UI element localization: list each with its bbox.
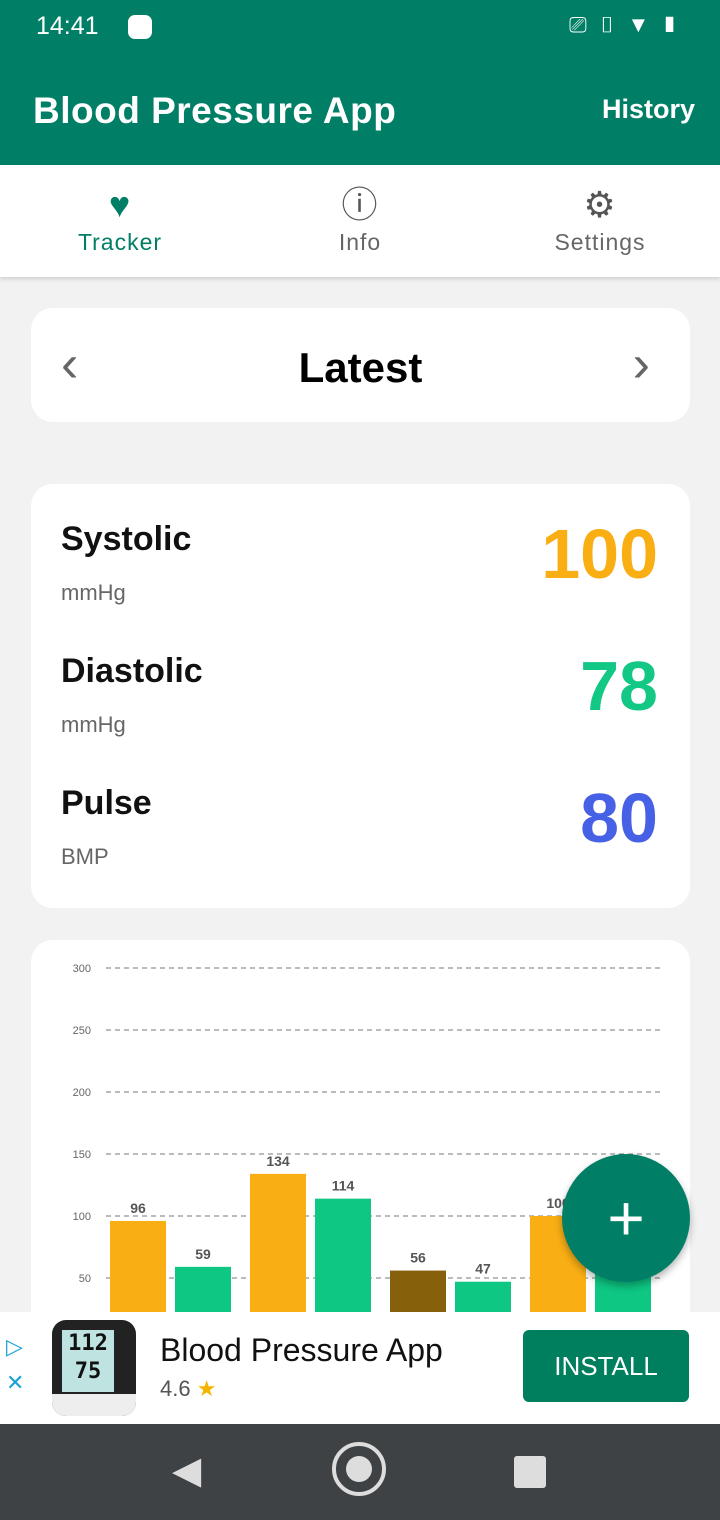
ad-choices-icon[interactable]: ▷ [6,1334,23,1360]
install-button[interactable]: INSTALL [523,1330,689,1402]
tab-label: Settings [554,229,646,255]
close-ad-icon[interactable]: ✕ [6,1370,24,1396]
vibrate-icon: ▯ [598,12,628,37]
home-icon[interactable] [332,1442,386,1496]
data-label: 96 [130,1200,146,1216]
recents-icon[interactable] [514,1456,546,1488]
broken-heart-icon: ♥ [108,184,132,225]
ad-app-name: Blood Pressure App [160,1332,443,1368]
back-icon[interactable]: ◀ [172,1448,201,1493]
reading-unit: mmHg [61,712,126,737]
data-label: 114 [332,1178,355,1194]
tab-bar: ♥ Tracker ⓘ Info ⚙ Settings [0,165,720,277]
reading-label: Diastolic [61,652,203,690]
tab-label: Tracker [77,229,163,255]
tab-info[interactable]: ⓘ Info [240,165,480,277]
wifi-icon: ▼ [627,12,662,37]
ad-rating: 4.6 ★ [160,1376,216,1402]
y-tick-label: 300 [73,963,91,975]
clock: 14:41 [36,12,99,40]
reading-value: 100 [541,515,658,593]
rating-value: 4.6 [160,1376,191,1401]
data-label: 47 [475,1261,491,1277]
ad-app-logo: 112 75 [52,1320,136,1416]
reading-unit: BMP [61,844,109,869]
readings-card: Systolic mmHg 100 Diastolic mmHg 78 Pulse BMP… [31,484,690,908]
period-selector: ‹ Latest › [31,308,690,422]
cast-icon: ⎚ [569,12,599,37]
app-bar: Blood Pressure App History [0,56,720,165]
reading-value: 80 [580,779,658,857]
app-title: Blood Pressure App [33,90,397,131]
data-label: 56 [410,1250,426,1266]
reading-label: Pulse [61,784,152,822]
tab-label: Info [338,229,382,255]
reading-value: 78 [580,647,658,725]
reading-unit: mmHg [61,580,126,605]
y-tick-label: 250 [73,1025,91,1037]
ad-banner[interactable]: ▷ ✕ 112 75 Blood Pressure App 4.6 ★ INSTA… [0,1312,720,1424]
reading-label: Systolic [61,520,192,558]
battery-icon: ▮ [661,12,690,37]
diastolic-row: Diastolic mmHg 78 [61,647,658,762]
history-button[interactable]: History [602,94,695,125]
navigation-bar: ◀ [0,1424,720,1520]
chevron-right-icon[interactable]: › [633,334,650,394]
y-tick-label: 200 [73,1087,91,1099]
star-icon: ★ [196,1376,217,1401]
info-icon: ⓘ [341,184,379,225]
pulse-row: Pulse BMP 80 [61,779,658,894]
systolic-row: Systolic mmHg 100 [61,515,658,630]
y-tick-label: 50 [79,1273,91,1285]
tab-tracker[interactable]: ♥ Tracker [0,165,240,277]
status-bar: 14:41 ⎚▯▼▮ [0,0,720,56]
data-label: 134 [266,1153,290,1169]
gear-icon: ⚙ [583,184,617,225]
notification-icon [128,15,152,39]
plus-icon: + [607,1182,645,1254]
y-tick-label: 150 [73,1149,91,1161]
add-reading-button[interactable]: + [562,1154,690,1282]
data-label: 59 [195,1246,211,1262]
status-icons: ⎚▯▼▮ [569,12,690,38]
tab-settings[interactable]: ⚙ Settings [480,165,720,277]
period-title: Latest [298,344,423,391]
y-tick-label: 100 [73,1211,91,1223]
